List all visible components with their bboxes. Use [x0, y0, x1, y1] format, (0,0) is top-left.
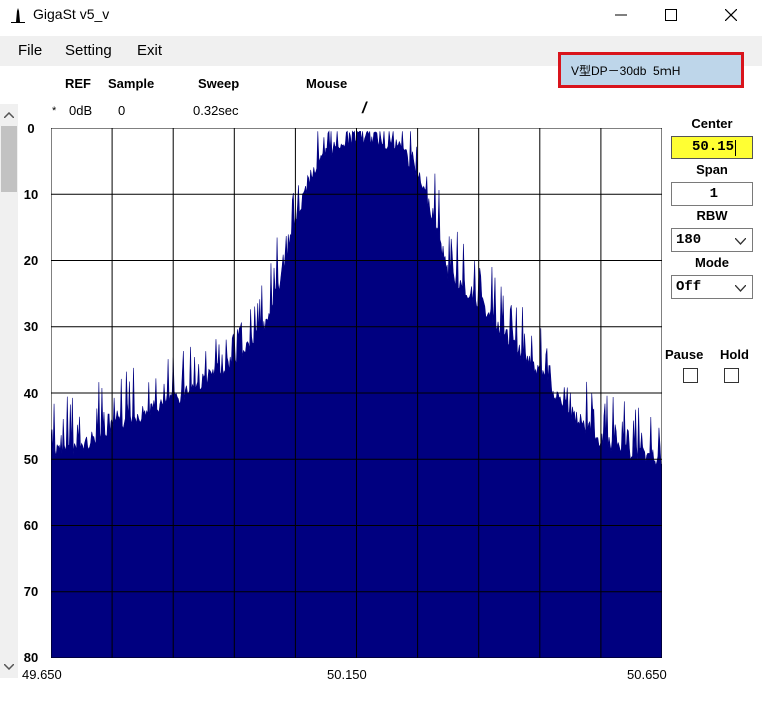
scrollbar-thumb[interactable]	[1, 126, 17, 192]
center-input[interactable]: 50.15	[671, 136, 753, 159]
y-tick-label: 10	[23, 187, 39, 202]
rbw-select[interactable]: 180	[671, 228, 753, 252]
scroll-up-icon[interactable]	[2, 108, 16, 122]
menu-exit[interactable]: Exit	[137, 42, 162, 59]
ref-label: REF	[65, 76, 91, 91]
mouse-value: /	[362, 100, 367, 117]
close-icon	[725, 9, 737, 21]
y-tick-label: 40	[23, 386, 39, 401]
mode-label: Mode	[695, 255, 729, 270]
sample-label: Sample	[108, 76, 155, 91]
ref-marker: *	[52, 105, 57, 117]
window-title: GigaSt v5_v	[33, 6, 110, 22]
center-value: 50.15	[691, 139, 734, 155]
pause-label: Pause	[665, 347, 704, 362]
minimize-button[interactable]	[598, 0, 644, 30]
y-tick-label: 0	[27, 121, 35, 136]
text-cursor	[735, 140, 736, 156]
span-label: Span	[696, 162, 728, 177]
x-tick-label: 50.650	[627, 667, 667, 682]
rbw-label: RBW	[696, 208, 728, 223]
app-logo-icon	[11, 8, 25, 23]
chevron-down-icon	[735, 238, 746, 245]
span-value: 1	[709, 186, 718, 202]
mouse-label: Mouse	[306, 76, 348, 91]
pause-checkbox[interactable]	[683, 368, 698, 383]
sweep-label: Sweep	[198, 76, 240, 91]
minimize-icon	[615, 14, 627, 16]
y-tick-label: 50	[23, 452, 39, 467]
close-button[interactable]	[708, 0, 754, 30]
y-tick-label: 60	[23, 518, 39, 533]
hold-label: Hold	[720, 347, 749, 362]
center-label: Center	[691, 116, 733, 131]
title-bar: GigaSt v5_v	[0, 0, 762, 30]
menu-setting[interactable]: Setting	[65, 42, 112, 59]
vertical-scrollbar[interactable]	[0, 104, 18, 678]
scroll-down-icon[interactable]	[2, 660, 16, 674]
y-tick-label: 70	[23, 584, 39, 599]
rbw-value: 180	[676, 232, 702, 248]
mode-select[interactable]: Off	[671, 275, 753, 299]
maximize-icon	[665, 9, 677, 21]
menu-file[interactable]: File	[18, 42, 42, 59]
spectrum-plot[interactable]	[51, 128, 662, 658]
x-tick-label: 50.150	[327, 667, 367, 682]
mode-value: Off	[676, 279, 702, 295]
y-tick-label: 80	[23, 650, 39, 665]
annotation-label: V型DP－30db 5ｍH	[558, 52, 744, 88]
chevron-down-icon	[735, 285, 746, 292]
y-tick-label: 30	[23, 319, 39, 334]
sample-value: 0	[118, 103, 126, 118]
ref-value: 0dB	[69, 103, 93, 118]
hold-checkbox[interactable]	[724, 368, 739, 383]
y-tick-label: 20	[23, 253, 39, 268]
maximize-button[interactable]	[648, 0, 694, 30]
x-tick-label: 49.650	[22, 667, 62, 682]
sweep-value: 0.32sec	[193, 103, 239, 118]
span-input[interactable]: 1	[671, 182, 753, 206]
